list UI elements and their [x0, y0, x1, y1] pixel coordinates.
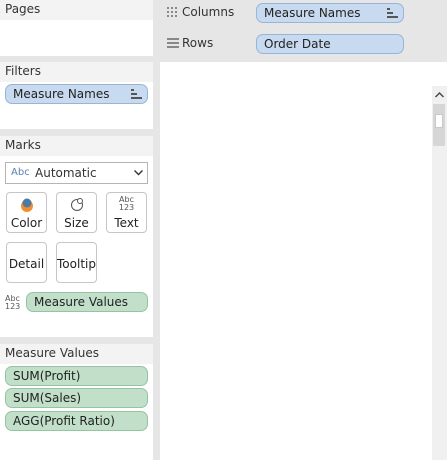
mark-type-value: Automatic: [35, 166, 97, 180]
color-label: Color: [10, 216, 43, 230]
marks-card: Marks Abc Automatic Color Size Abc 123 T…: [0, 136, 153, 337]
measure-pill-profit-ratio[interactable]: AGG(Profit Ratio): [5, 411, 148, 431]
detail-label: Detail: [8, 257, 45, 271]
view-canvas[interactable]: [160, 62, 447, 460]
measure-values-card: Measure Values SUM(Profit) SUM(Sales) AG…: [0, 344, 153, 460]
abc-icon: Abc: [11, 167, 30, 178]
sort-icon: [131, 89, 142, 100]
size-icon: [71, 198, 83, 211]
filters-title: Filters: [5, 64, 41, 78]
rows-icon: [167, 38, 179, 50]
columns-shelf: Columns Measure Names: [160, 0, 447, 26]
abc-123-icon: Abc 123: [107, 196, 146, 212]
vertical-scrollbar[interactable]: [432, 86, 447, 460]
text-encoding-icon: Abc 123: [5, 295, 20, 311]
sort-icon: [387, 8, 398, 19]
tooltip-label: Tooltip: [57, 257, 96, 271]
detail-button[interactable]: Detail: [6, 242, 47, 283]
columns-pill-measure-names[interactable]: Measure Names: [256, 3, 404, 23]
marks-title: Marks: [5, 138, 41, 152]
size-button[interactable]: Size: [56, 192, 97, 233]
columns-icon: [167, 7, 179, 19]
chevron-down-icon: [134, 170, 143, 176]
scroll-up-arrow-icon[interactable]: [432, 88, 447, 102]
measure-values-title: Measure Values: [5, 346, 100, 360]
measure-pill-sum-sales[interactable]: SUM(Sales): [5, 388, 148, 408]
pages-card: Pages: [0, 0, 153, 56]
pill-label: AGG(Profit Ratio): [13, 414, 115, 428]
marks-pill-measure-values[interactable]: Measure Values: [26, 292, 148, 312]
pill-label: Measure Names: [13, 87, 110, 101]
icon-text-bottom: 123: [5, 302, 21, 311]
measure-pill-sum-profit[interactable]: SUM(Profit): [5, 366, 148, 386]
scrollbar-thumb[interactable]: [433, 104, 445, 146]
pill-label: SUM(Sales): [13, 391, 82, 405]
columns-label: Columns: [182, 5, 235, 19]
mark-type-dropdown[interactable]: Abc Automatic: [5, 162, 148, 184]
pages-title: Pages: [5, 2, 41, 16]
pill-label: SUM(Profit): [13, 369, 81, 383]
filter-pill-measure-names[interactable]: Measure Names: [5, 84, 148, 104]
icon-text-bottom: 123: [118, 203, 135, 212]
rows-shelf: Rows Order Date: [160, 31, 447, 57]
color-button[interactable]: Color: [6, 192, 47, 233]
filters-card: Filters Measure Names: [0, 62, 153, 129]
thumb-grip: [435, 114, 443, 128]
rows-label: Rows: [182, 36, 214, 50]
pill-label: Measure Values: [34, 295, 129, 309]
tooltip-button[interactable]: Tooltip: [56, 242, 97, 283]
color-icon: [21, 198, 33, 212]
text-label: Text: [114, 216, 139, 230]
text-button[interactable]: Abc 123 Text: [106, 192, 147, 233]
rows-pill-order-date[interactable]: Order Date: [256, 34, 404, 54]
pill-label: Measure Names: [264, 6, 361, 20]
pill-label: Order Date: [264, 37, 331, 51]
size-label: Size: [64, 216, 89, 230]
